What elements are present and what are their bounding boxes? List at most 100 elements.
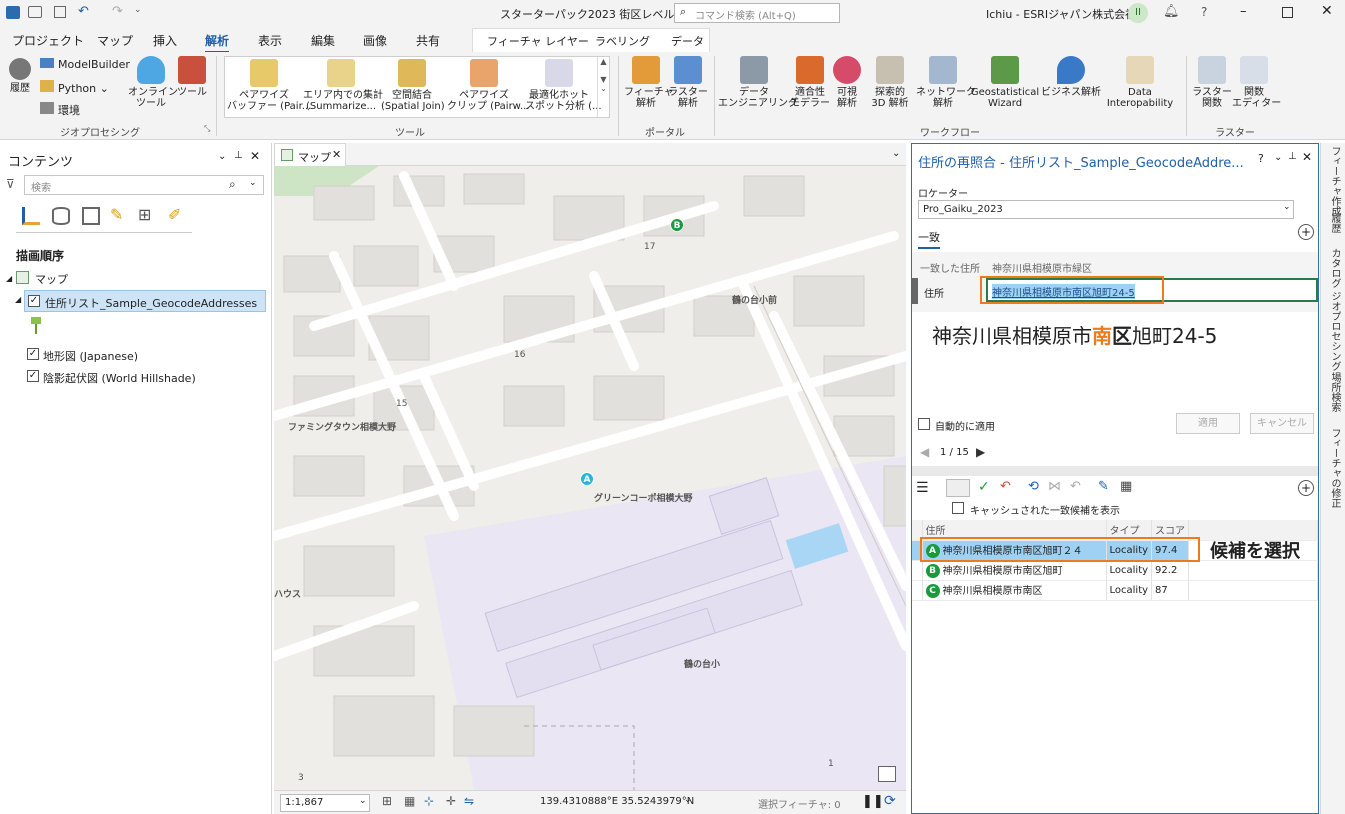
label-icon[interactable]: ✐ xyxy=(168,205,181,224)
save-icon[interactable] xyxy=(54,6,66,18)
cancel-button[interactable]: キャンセル xyxy=(1250,413,1314,434)
auto-apply-checkbox[interactable] xyxy=(918,418,930,430)
tab-analysis[interactable]: 解析 xyxy=(205,32,230,53)
search-icon[interactable]: ⌕ xyxy=(229,177,236,192)
user-name[interactable]: Ichiu - ESRIジャパン株式会社 xyxy=(986,6,1136,22)
tab-view[interactable]: 表示 xyxy=(258,32,282,49)
pairwise-clip-button[interactable]: ペアワイズ クリップ (Pairw... xyxy=(447,59,529,112)
online-tools-button[interactable]: オンライン ツール xyxy=(128,56,178,109)
expand-icon[interactable]: ◢ xyxy=(6,274,12,283)
pencil-icon[interactable]: ✎ xyxy=(110,205,123,224)
contents-search-input[interactable]: 検索 ⌕ ⌄ xyxy=(24,175,264,195)
data-source-icon[interactable] xyxy=(52,207,70,225)
side-tab-locate[interactable]: 場所検索 xyxy=(1327,372,1342,412)
avatar[interactable]: II xyxy=(1128,3,1148,23)
tab-match[interactable]: 一致 xyxy=(918,229,940,249)
data-engineering-button[interactable]: データ エンジニアリング xyxy=(718,56,798,109)
undo-icon[interactable]: ↶ xyxy=(78,4,89,19)
unmatch-icon[interactable]: ↶ xyxy=(1000,479,1011,494)
layer-visibility-checkbox[interactable]: ✓ xyxy=(27,348,39,360)
zoom-to-icon[interactable] xyxy=(946,479,970,497)
tab-labeling[interactable]: ラベリング xyxy=(595,33,650,49)
feature-analysis-button[interactable]: フィーチャ 解析 xyxy=(624,56,674,109)
layer-label[interactable]: 陰影起伏図 (World Hillshade) xyxy=(43,370,196,386)
apply-button[interactable]: 適用 xyxy=(1176,413,1240,434)
map-canvas[interactable]: 17 16 15 3 1 鶴の台小前 ファミングタウン相模大野 グリーンコーポ相… xyxy=(274,166,906,790)
suitability-modeler-button[interactable]: 適合性 モデラー xyxy=(790,56,830,109)
visibility-analysis-button[interactable]: 可視 解析 xyxy=(830,56,864,109)
toolbox-button[interactable]: ツール xyxy=(176,56,208,98)
candidate-marker-a[interactable]: A xyxy=(580,472,594,486)
table-icon[interactable] xyxy=(878,766,896,782)
scale-select[interactable]: 1:1,867 ⌄ xyxy=(280,794,370,812)
add-icon[interactable]: + xyxy=(1298,480,1314,496)
map-node[interactable]: マップ xyxy=(35,271,68,287)
tab-insert[interactable]: 挿入 xyxy=(153,32,177,49)
business-analysis-button[interactable]: ビジネス解析 xyxy=(1040,56,1102,98)
chevron-down-icon[interactable]: ⌄ xyxy=(684,795,692,805)
tab-data[interactable]: データ xyxy=(671,33,704,49)
mirror-icon[interactable]: ⇋ xyxy=(464,794,474,808)
candidate-marker-b[interactable]: B xyxy=(670,218,684,232)
tab-map-view[interactable]: マップ ✕ xyxy=(274,143,346,166)
raster-analysis-button[interactable]: ラスター 解析 xyxy=(668,56,708,109)
close-icon[interactable]: ✕ xyxy=(332,148,341,161)
chevron-down-icon[interactable]: ⌄ xyxy=(892,148,900,159)
minimize-icon[interactable]: – xyxy=(1240,4,1247,19)
pin-icon[interactable]: ⊥ xyxy=(234,150,243,161)
gallery-scroll[interactable]: ▲ ▼ ⌄ xyxy=(597,57,609,117)
qat-dropdown-icon[interactable]: ⌄ xyxy=(134,5,142,15)
layer-visibility-checkbox[interactable]: ✓ xyxy=(28,295,40,307)
add-icon[interactable]: + xyxy=(1298,224,1314,240)
snapping-icon[interactable]: ⊞ xyxy=(138,205,151,224)
dialog-launcher-icon[interactable]: ⤡ xyxy=(204,124,210,134)
snap-icon[interactable]: ⊹ xyxy=(424,794,434,808)
pause-icon[interactable]: ❚❚ xyxy=(862,794,884,809)
filter-icon[interactable]: ⊽ xyxy=(6,177,15,191)
locator-select[interactable]: Pro_Gaiku_2023 ⌄ xyxy=(918,200,1294,219)
side-tab-history[interactable]: 履歴 xyxy=(1327,213,1342,233)
side-tab-catalog[interactable]: カタログ xyxy=(1327,248,1342,288)
redo-icon[interactable]: ↷ xyxy=(112,4,123,19)
bell-icon[interactable]: 🔔︎ xyxy=(1163,4,1180,19)
next-icon[interactable]: ▶ xyxy=(976,445,985,459)
tab-imagery[interactable]: 画像 xyxy=(363,32,387,49)
refresh-icon[interactable]: ⟳ xyxy=(884,793,896,809)
tab-edit[interactable]: 編集 xyxy=(311,32,335,49)
match-check-icon[interactable]: ✓ xyxy=(978,479,990,495)
menu-icon[interactable]: ☰ xyxy=(916,480,929,496)
table-icon[interactable]: ▦ xyxy=(1120,479,1132,494)
summarize-within-button[interactable]: エリア内での集計 (Summarize... xyxy=(303,59,383,112)
undo-match-icon[interactable]: ↶ xyxy=(1070,479,1081,494)
command-search-input[interactable]: ⌕ コマンド検索 (Alt+Q) xyxy=(674,3,840,23)
help-icon[interactable]: ? xyxy=(1258,152,1264,165)
environments-button[interactable]: 環境 xyxy=(40,102,80,118)
pin-icon[interactable]: ⊥ xyxy=(1288,151,1297,162)
geostatistical-wizard-button[interactable]: Geostatistical Wizard xyxy=(970,56,1040,109)
history-button[interactable]: 履歴 xyxy=(4,58,36,94)
hotspot-button[interactable]: 最適化ホット スポット分析 (... xyxy=(525,59,602,112)
modelbuilder-button[interactable]: ModelBuilder xyxy=(40,58,130,71)
draw-order-icon[interactable] xyxy=(22,207,40,225)
tie-icon[interactable]: ⋈ xyxy=(1048,479,1061,494)
grid-icon[interactable]: ⊞ xyxy=(382,794,392,808)
selection-icon[interactable] xyxy=(82,207,100,225)
previous-icon[interactable]: ◀ xyxy=(920,445,929,459)
function-editor-button[interactable]: 関数 エディター xyxy=(1232,56,1281,109)
tab-project[interactable]: プロジェクト xyxy=(12,32,84,49)
help-icon[interactable]: ? xyxy=(1201,5,1207,19)
network-analysis-button[interactable]: ネットワーク 解析 xyxy=(916,56,976,109)
side-tab-modify-features[interactable]: フィーチャの修正 xyxy=(1327,428,1342,508)
expand-icon[interactable]: ◢ xyxy=(15,295,21,304)
pane-menu-icon[interactable]: ⌄ xyxy=(1274,152,1282,163)
edit-icon[interactable]: ✎ xyxy=(1098,479,1109,494)
data-interop-button[interactable]: Data Interopability xyxy=(1102,56,1178,109)
side-tab-create-features[interactable]: フィーチャ作成 xyxy=(1327,146,1342,216)
tab-map[interactable]: マップ xyxy=(97,32,133,49)
maximize-icon[interactable] xyxy=(1282,7,1293,18)
crosshair-icon[interactable]: ✛ xyxy=(446,794,456,808)
table-row[interactable]: C 神奈川県相模原市南区 Locality 87 xyxy=(912,580,1318,601)
close-icon[interactable]: ✕ xyxy=(1321,3,1333,19)
tab-share[interactable]: 共有 xyxy=(416,32,440,49)
rematch-icon[interactable]: ⟲ xyxy=(1028,479,1039,494)
